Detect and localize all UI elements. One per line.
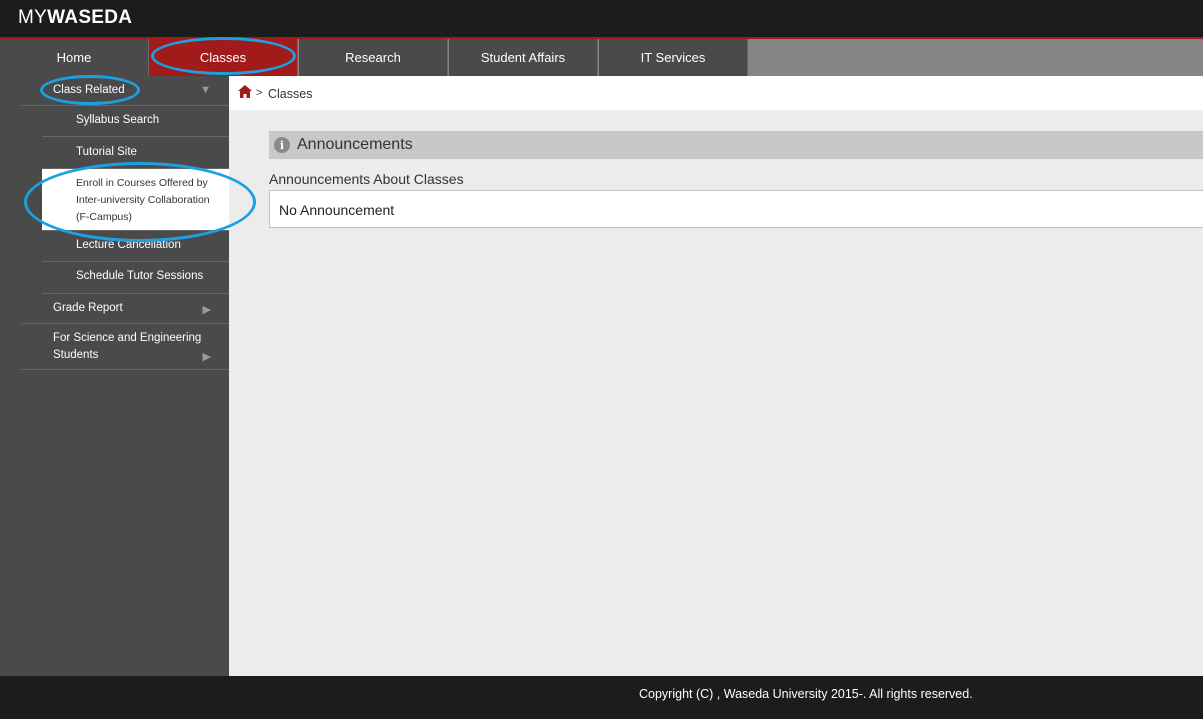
triangle-down-icon: ▼	[200, 84, 211, 96]
tab-classes[interactable]: Classes	[149, 39, 298, 76]
sidebar-item-science-engineering[interactable]: For Science and Engineering Students ▶	[21, 324, 229, 370]
no-announcement-text: No Announcement	[279, 202, 395, 218]
mywaseda-logo[interactable]: MYWASEDA	[18, 7, 132, 29]
sidebar-item-label: Class Related	[53, 84, 125, 96]
sidebar-item-label: Grade Report	[53, 302, 123, 314]
sidebar-item-class-related[interactable]: Class Related ▼	[21, 76, 229, 106]
sidebar-item-syllabus-search[interactable]: Syllabus Search	[42, 106, 229, 137]
sidebar-item-enroll-f-campus[interactable]: Enroll in Courses Offered by Inter-unive…	[42, 169, 229, 231]
announcements-subtitle: Announcements About Classes	[269, 171, 464, 187]
breadcrumb-separator: >	[256, 87, 263, 99]
tab-student-affairs[interactable]: Student Affairs	[449, 39, 598, 76]
announcements-header: i Announcements	[269, 131, 1203, 159]
sidebar-item-grade-report[interactable]: Grade Report ▶	[21, 294, 229, 324]
tab-research[interactable]: Research	[299, 39, 448, 76]
info-icon: i	[274, 137, 290, 153]
triangle-right-icon: ▶	[202, 351, 211, 363]
sidebar-item-label: For Science and Engineering Students	[53, 332, 202, 361]
sidebar-item-label: Schedule Tutor Sessions	[76, 270, 204, 282]
sidebar-item-label: Enroll in Courses Offered by Inter-unive…	[76, 177, 210, 223]
breadcrumb: > Classes	[229, 76, 1203, 110]
breadcrumb-current: Classes	[268, 87, 313, 101]
home-icon[interactable]	[238, 85, 252, 98]
sidebar-item-lecture-cancellation[interactable]: Lecture Cancellation	[42, 231, 229, 262]
sidebar-item-tutorial-site[interactable]: Tutorial Site	[42, 137, 229, 169]
announcements-box: No Announcement	[269, 190, 1203, 228]
sidebar-item-schedule-tutor[interactable]: Schedule Tutor Sessions	[42, 262, 229, 294]
sidebar-item-label: Lecture Cancellation	[76, 239, 181, 251]
sidebar-item-label: Syllabus Search	[76, 114, 160, 126]
main-nav: Home Classes Research Student Affairs IT…	[0, 39, 1203, 76]
announcements-title: Announcements	[297, 136, 413, 153]
top-header: MYWASEDA	[0, 0, 1203, 39]
triangle-right-icon: ▶	[202, 304, 211, 316]
copyright-text: Copyright (C) , Waseda University 2015-.…	[639, 687, 973, 701]
sidebar-item-label: Tutorial Site	[76, 146, 137, 158]
tab-it-services[interactable]: IT Services	[599, 39, 748, 76]
tab-home[interactable]: Home	[0, 39, 149, 76]
footer: Copyright (C) , Waseda University 2015-.…	[0, 676, 1203, 719]
